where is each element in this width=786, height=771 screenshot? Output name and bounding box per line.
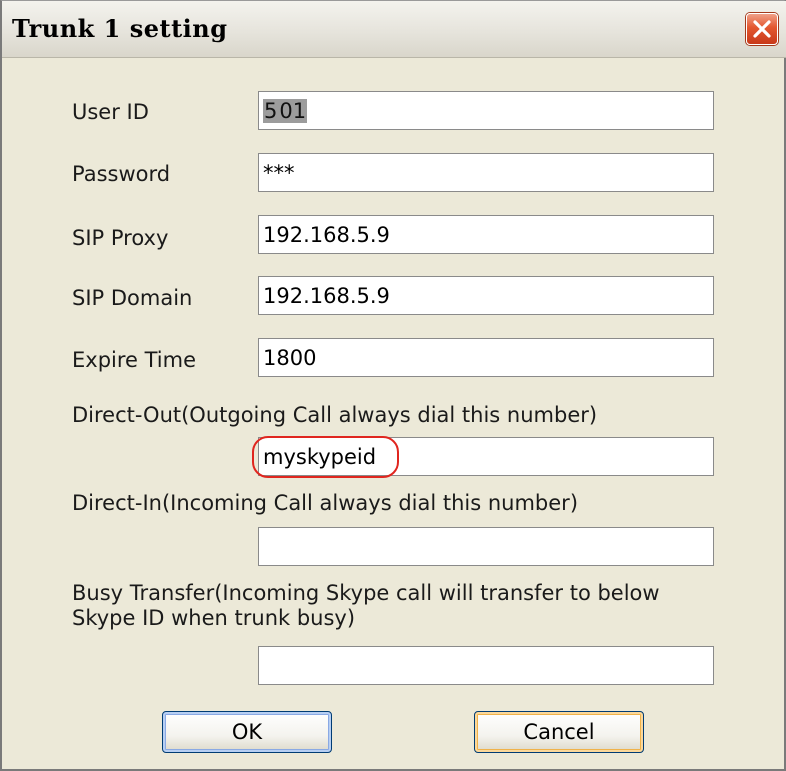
direct-in-input[interactable] (258, 527, 714, 566)
sip-domain-label: SIP Domain (72, 286, 193, 310)
password-input[interactable]: *** (258, 153, 714, 192)
busy-transfer-label-line1: Busy Transfer(Incoming Skype call will t… (72, 581, 660, 605)
close-icon (753, 20, 771, 38)
dialog-title: Trunk 1 setting (12, 14, 228, 43)
user-id-selected-text: 5 (263, 99, 279, 123)
user-id-label: User ID (72, 100, 149, 124)
annotation-circle (252, 436, 399, 478)
direct-out-label: Direct-Out(Outgoing Call always dial thi… (72, 403, 598, 427)
user-id-value-rest: 01 (278, 99, 308, 123)
ok-button[interactable]: OK (162, 711, 332, 753)
busy-transfer-input[interactable] (258, 646, 714, 685)
password-label: Password (72, 162, 171, 186)
trunk-setting-dialog: Trunk 1 setting User ID 501 Password ***… (0, 0, 786, 771)
sip-domain-input[interactable]: 192.168.5.9 (258, 276, 714, 315)
title-bar[interactable]: Trunk 1 setting (2, 1, 786, 58)
sip-proxy-input[interactable]: 192.168.5.9 (258, 215, 714, 254)
cancel-button[interactable]: Cancel (474, 711, 644, 753)
direct-in-label: Direct-In(Incoming Call always dial this… (72, 491, 579, 515)
busy-transfer-label-line2: Skype ID when trunk busy) (72, 606, 356, 630)
expire-time-label: Expire Time (72, 348, 197, 372)
expire-time-input[interactable]: 1800 (258, 338, 714, 377)
close-button[interactable] (746, 13, 778, 45)
sip-proxy-label: SIP Proxy (72, 226, 169, 250)
user-id-input[interactable]: 501 (258, 91, 714, 130)
